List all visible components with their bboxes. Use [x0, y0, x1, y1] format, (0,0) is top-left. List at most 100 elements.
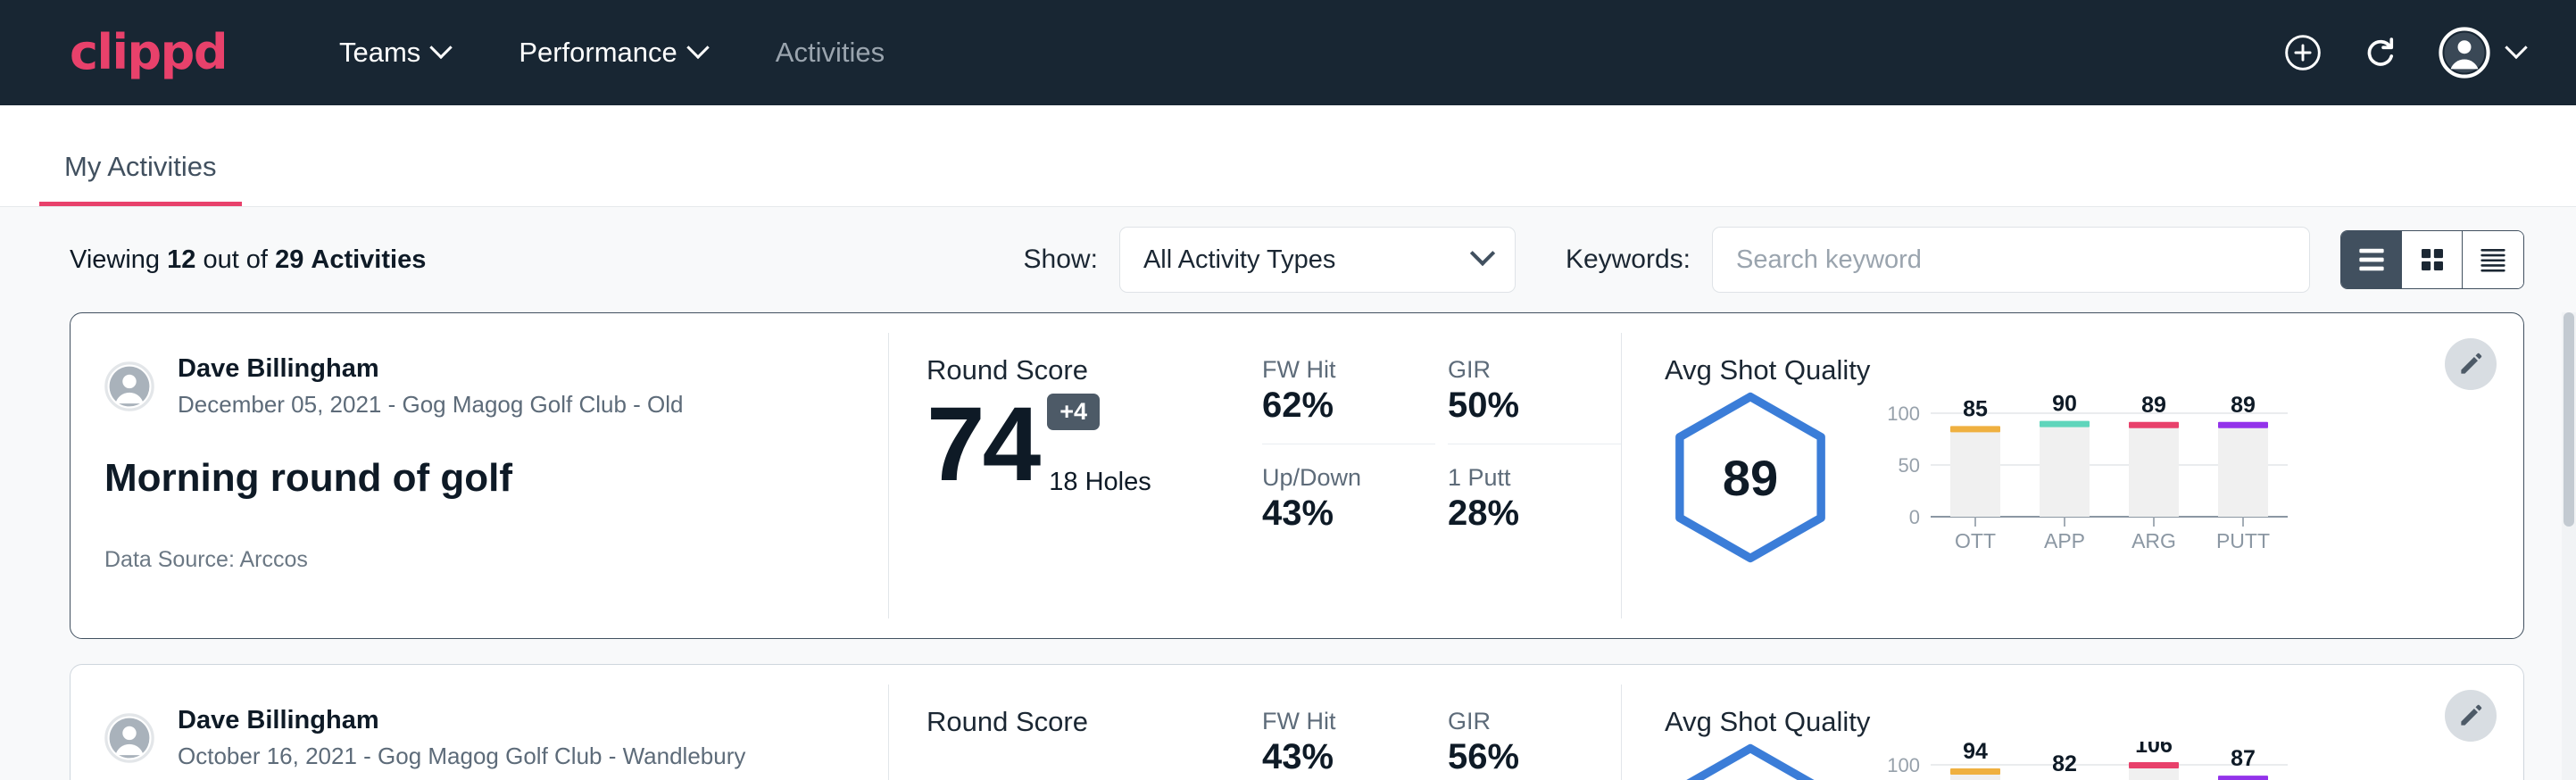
viewing-mid: out of	[203, 245, 268, 274]
data-source: Data Source: Arccos	[104, 547, 888, 573]
avg-shot-quality-badge: 89	[1665, 390, 1836, 565]
filter-bar: Viewing 12 out of 29 Activities Show: Al…	[0, 207, 2576, 312]
avg-shot-quality-badge	[1665, 742, 1836, 780]
header-actions	[2283, 27, 2524, 79]
stat-value: 50%	[1448, 386, 1598, 426]
app-logo[interactable]: clippd	[70, 29, 227, 77]
viewing-summary: Viewing 12 out of 29 Activities	[70, 245, 426, 275]
svg-text:ARG: ARG	[2131, 529, 2176, 551]
view-mode-toggle	[2340, 230, 2524, 289]
list-view-button[interactable]	[2341, 231, 2402, 288]
tab-label: My Activities	[64, 151, 217, 182]
nav-item-label: Teams	[339, 37, 420, 69]
stat-value: 56%	[1448, 737, 1598, 777]
viewing-prefix: Viewing	[70, 245, 160, 274]
round-score-value: 74	[927, 390, 1038, 501]
edit-activity-button[interactable]	[2445, 690, 2497, 742]
add-activity-button[interactable]	[2283, 33, 2323, 72]
stat-gir: GIR 50%	[1448, 356, 1621, 444]
pencil-icon	[2457, 702, 2484, 729]
activity-card[interactable]: Dave Billingham October 16, 2021 - Gog M…	[70, 664, 2524, 780]
stat-label: 1 Putt	[1448, 464, 1598, 492]
nav-item-label: Performance	[519, 37, 677, 69]
round-score-block: Round Score 74 +4 18 Holes	[889, 313, 1246, 638]
round-score-label: Round Score	[927, 354, 1246, 386]
avg-shot-quality-value	[1665, 742, 1836, 780]
shot-quality-bar-chart: 05010085OTT90APP89ARG89PUTT	[1875, 390, 2295, 551]
activity-list: Dave Billingham December 05, 2021 - Gog …	[0, 312, 2576, 780]
tab-my-activities[interactable]: My Activities	[39, 151, 242, 206]
round-score-block: Round Score	[889, 665, 1246, 780]
search-field[interactable]	[1712, 227, 2310, 293]
keywords-label: Keywords:	[1566, 245, 1691, 275]
stat-one-putt: 1 Putt 28%	[1448, 464, 1621, 534]
activity-author: Dave Billingham December 05, 2021 - Gog …	[104, 354, 888, 419]
compact-view-icon	[2478, 246, 2508, 273]
viewing-suffix: Activities	[311, 245, 426, 274]
stat-label: Up/Down	[1262, 464, 1412, 492]
svg-text:100: 100	[1887, 402, 1920, 425]
refresh-icon	[2360, 32, 2401, 73]
viewing-count: 12	[167, 245, 195, 274]
stat-label: FW Hit	[1262, 708, 1412, 735]
stat-gir: GIR 56%	[1448, 708, 1621, 780]
svg-text:100: 100	[1887, 754, 1920, 776]
activity-card[interactable]: Dave Billingham December 05, 2021 - Gog …	[70, 312, 2524, 639]
shot-quality-bar-chart: 05010094OTT82APP106ARG87PUTT	[1875, 742, 2295, 780]
svg-text:106: 106	[2135, 742, 2173, 758]
refresh-button[interactable]	[2360, 32, 2401, 73]
svg-text:89: 89	[2231, 393, 2256, 418]
primary-nav: Teams Performance Activities	[314, 28, 929, 78]
svg-text:82: 82	[2052, 751, 2077, 776]
stat-value: 43%	[1262, 737, 1412, 777]
scrollbar-thumb[interactable]	[2564, 312, 2574, 527]
edit-activity-button[interactable]	[2445, 338, 2497, 390]
svg-text:0: 0	[1909, 506, 1920, 528]
account-menu[interactable]	[2439, 27, 2524, 79]
activity-type-select[interactable]: All Activity Types	[1119, 227, 1516, 293]
plus-circle-icon	[2283, 33, 2323, 72]
activity-type-select-value: All Activity Types	[1143, 245, 1335, 275]
search-input[interactable]	[1736, 245, 2286, 275]
nav-item-teams[interactable]: Teams	[314, 28, 474, 78]
grid-view-button[interactable]	[2402, 231, 2463, 288]
stat-label: FW Hit	[1262, 356, 1412, 384]
avatar	[104, 713, 154, 763]
nav-item-label: Activities	[776, 37, 885, 69]
round-score-label: Round Score	[927, 706, 1246, 738]
app-header: clippd Teams Performance Activities	[0, 0, 2576, 105]
viewing-total: 29	[275, 245, 303, 274]
stat-fw-hit: FW Hit 43%	[1262, 708, 1435, 780]
activity-author: Dave Billingham October 16, 2021 - Gog M…	[104, 706, 888, 770]
svg-text:87: 87	[2231, 746, 2256, 771]
stat-value: 62%	[1262, 386, 1412, 426]
activity-summary: Dave Billingham October 16, 2021 - Gog M…	[71, 665, 888, 780]
stat-value: 43%	[1262, 494, 1412, 534]
chevron-down-icon	[430, 37, 453, 59]
compact-view-button[interactable]	[2463, 231, 2523, 288]
svg-text:APP: APP	[2044, 529, 2085, 551]
svg-text:90: 90	[2052, 392, 2077, 417]
nav-item-activities[interactable]: Activities	[751, 28, 910, 78]
tab-strip: My Activities	[0, 105, 2576, 207]
svg-text:PUTT: PUTT	[2216, 529, 2270, 551]
player-name: Dave Billingham	[178, 354, 684, 384]
stat-value: 28%	[1448, 494, 1598, 534]
avatar	[104, 361, 154, 411]
stat-fw-hit: FW Hit 62%	[1262, 356, 1435, 444]
shot-quality-chart: 05010094OTT82APP106ARG87PUTT	[1875, 742, 2523, 780]
player-name: Dave Billingham	[178, 706, 745, 735]
avg-shot-quality-value: 89	[1665, 390, 1836, 565]
shot-quality-chart: 05010085OTT90APP89ARG89PUTT	[1875, 390, 2523, 555]
activity-meta: December 05, 2021 - Gog Magog Golf Club …	[178, 391, 684, 419]
page-scrollbar[interactable]	[2562, 312, 2576, 780]
activity-meta: October 16, 2021 - Gog Magog Golf Club -…	[178, 743, 745, 770]
activity-title: Morning round of golf	[104, 456, 888, 501]
account-circle-icon	[2439, 27, 2490, 79]
nav-item-performance[interactable]: Performance	[494, 28, 730, 78]
activity-summary: Dave Billingham December 05, 2021 - Gog …	[71, 313, 888, 638]
round-stats-grid: FW Hit 43% GIR 56% Up/Down 1 Putt	[1246, 665, 1621, 780]
round-stats-grid: FW Hit 62% GIR 50% Up/Down 43% 1 Putt 28…	[1246, 313, 1621, 638]
list-view-icon	[2356, 246, 2387, 273]
svg-text:94: 94	[1963, 742, 1988, 764]
